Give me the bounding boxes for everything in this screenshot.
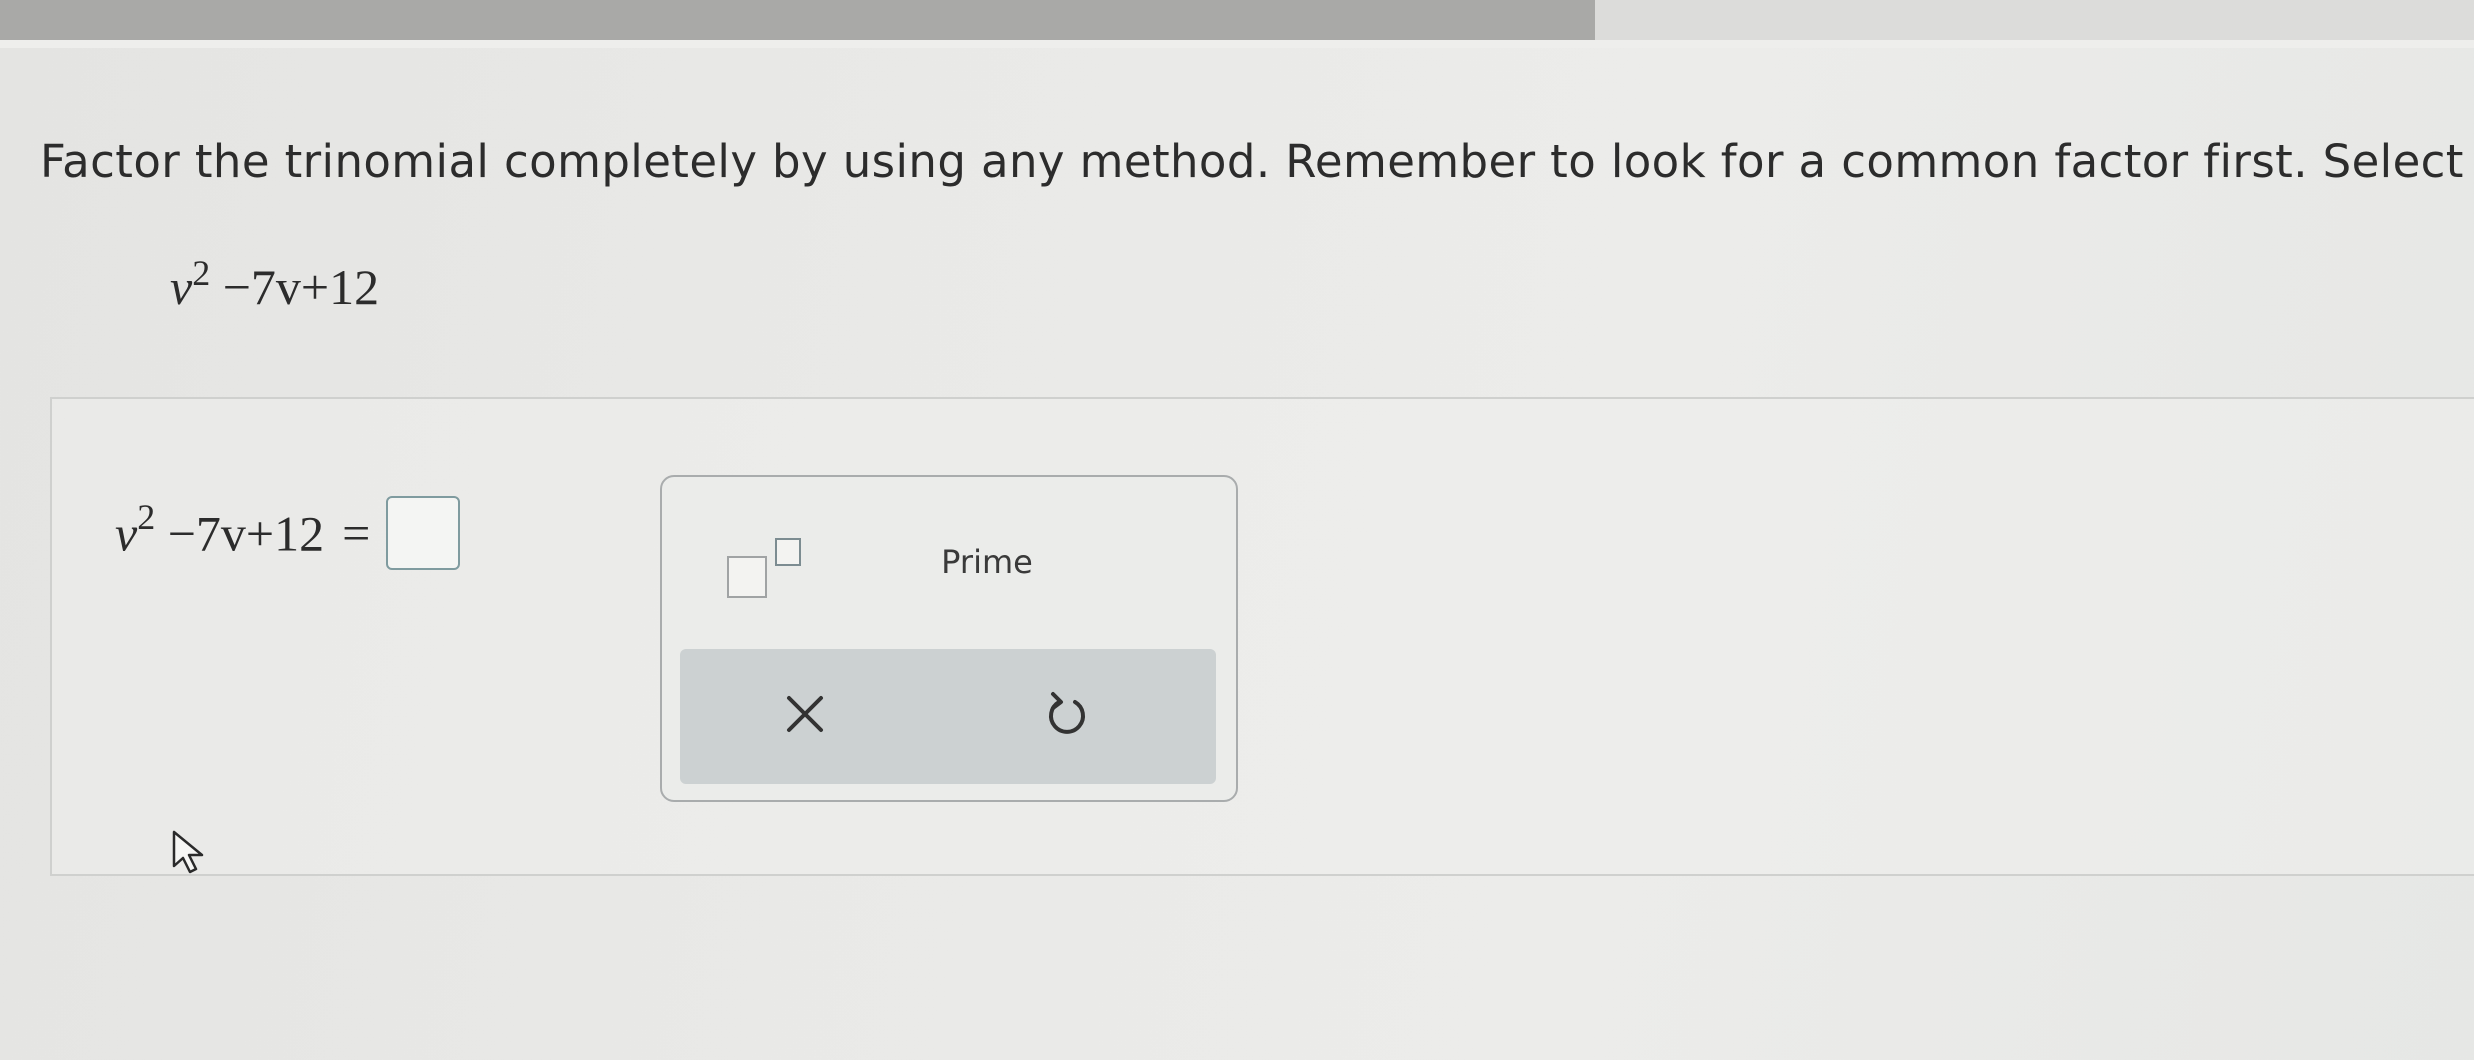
answer-rest: −7v+12: [167, 505, 325, 562]
prime-button[interactable]: Prime: [892, 527, 1082, 597]
problem-rest: −7v+12: [222, 259, 380, 315]
undo-button[interactable]: [1032, 679, 1102, 749]
answer-expression: v2 −7v+12 =: [115, 496, 461, 576]
exponent-superscript-icon: [775, 538, 801, 566]
keypad-action-bar: [680, 649, 1216, 784]
answer-panel: [50, 397, 2474, 876]
math-keypad: Prime: [660, 475, 1238, 802]
answer-variable: v: [115, 505, 138, 562]
question-instruction: Factor the trinomial completely by using…: [40, 135, 2474, 188]
equals-sign: =: [342, 505, 371, 562]
clear-button[interactable]: [770, 679, 840, 749]
answer-exponent: 2: [137, 497, 156, 537]
problem-expression: v2 −7v+12: [170, 253, 380, 316]
answer-input-box[interactable]: [386, 496, 461, 570]
browser-top-bar: [0, 0, 1595, 40]
exponent-base-icon: [727, 556, 767, 598]
browser-top-bar-right: [1595, 0, 2474, 40]
exponent-template-button[interactable]: [727, 532, 817, 602]
close-icon: [787, 696, 823, 732]
problem-exponent: 2: [192, 253, 211, 293]
problem-variable: v: [170, 259, 193, 315]
mouse-cursor-icon: [172, 830, 204, 874]
page-top-strip: [0, 40, 2474, 48]
undo-icon: [1049, 692, 1085, 734]
